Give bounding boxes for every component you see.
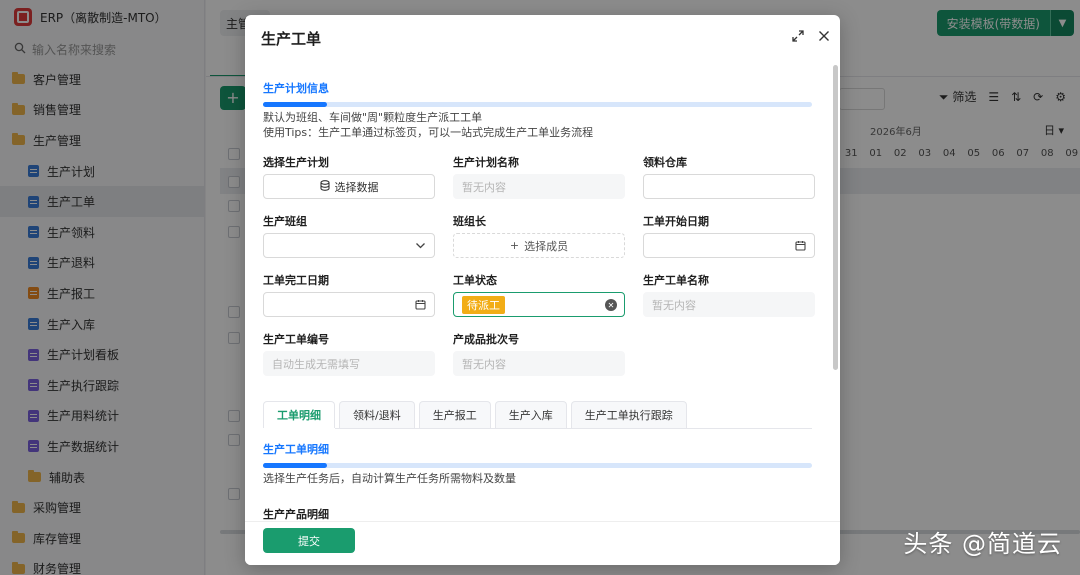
field-order-name: 生产工单名称 暂无内容 — [643, 272, 815, 317]
field-team: 生产班组 — [263, 213, 435, 258]
grid-spacer — [643, 331, 815, 376]
field-label: 生产计划名称 — [453, 156, 519, 169]
field-plan-select: 选择生产计划 选择数据 — [263, 154, 435, 199]
tab-work-report[interactable]: 生产报工 — [418, 401, 491, 428]
dialog-header: 生产工单 — [245, 15, 840, 61]
tab-pick-return[interactable]: 领料/退料 — [339, 401, 415, 428]
batch-no-input: 暂无内容 — [453, 351, 625, 376]
dialog-header-actions — [792, 30, 830, 42]
plus-icon: + — [509, 239, 520, 252]
select-data-label: 选择数据 — [334, 180, 379, 194]
plan-name-input: 暂无内容 — [453, 174, 625, 199]
field-label: 生产班组 — [263, 215, 307, 228]
end-date-picker[interactable] — [263, 292, 435, 317]
close-icon[interactable] — [818, 30, 830, 42]
select-data-button[interactable]: 选择数据 — [263, 174, 435, 199]
field-label: 产成品批次号 — [453, 333, 519, 346]
calendar-icon — [795, 240, 806, 251]
warehouse-input[interactable] — [643, 174, 815, 199]
section-title-order-detail: 生产工单明细 — [263, 443, 329, 456]
work-order-dialog: 生产工单 生产计划信息 默认为班组、车间做"周"颗粒度生产派工工单 使用Tips… — [245, 15, 840, 565]
section-divider — [263, 102, 812, 107]
field-start-date: 工单开始日期 — [643, 213, 815, 258]
dialog-scrollbar[interactable] — [833, 65, 838, 370]
expand-icon[interactable] — [792, 30, 804, 42]
field-label: 生产工单编号 — [263, 333, 329, 346]
field-batch-no: 产成品批次号 暂无内容 — [453, 331, 625, 376]
tab-stock-in[interactable]: 生产入库 — [494, 401, 567, 428]
status-select[interactable]: 待派工 ✕ — [453, 292, 625, 317]
start-date-picker[interactable] — [643, 233, 815, 258]
section-title-plan-info: 生产计划信息 — [263, 82, 329, 95]
calendar-icon — [415, 299, 426, 310]
product-detail-heading: 生产产品明细 — [263, 508, 329, 521]
field-label: 选择生产计划 — [263, 156, 329, 169]
dialog-title: 生产工单 — [261, 29, 322, 48]
order-name-input: 暂无内容 — [643, 292, 815, 317]
section-description: 默认为班组、车间做"周"颗粒度生产派工工单 使用Tips：生产工单通过标签页，可… — [263, 110, 812, 140]
status-badge: 待派工 — [462, 295, 505, 314]
field-warehouse: 领料仓库 — [643, 154, 815, 199]
field-label: 工单状态 — [453, 274, 497, 287]
dialog-body: 生产计划信息 默认为班组、车间做"周"颗粒度生产派工工单 使用Tips：生产工单… — [245, 61, 830, 521]
section-desc-line: 使用Tips：生产工单通过标签页，可以一站式完成生产工单业务流程 — [263, 126, 594, 139]
section-desc-line: 默认为班组、车间做"周"颗粒度生产派工工单 — [263, 111, 483, 124]
section-divider — [263, 463, 812, 468]
field-label: 领料仓库 — [643, 156, 687, 169]
chevron-down-icon — [415, 240, 426, 251]
section-description: 选择生产任务后，自动计算生产任务所需物料及数量 — [263, 472, 516, 485]
field-label: 工单开始日期 — [643, 215, 709, 228]
select-member-button[interactable]: + 选择成员 — [453, 233, 625, 258]
tab-order-detail[interactable]: 工单明细 — [263, 401, 335, 429]
dialog-footer: 提交 — [245, 521, 840, 565]
field-order-no: 生产工单编号 自动生成无需填写 — [263, 331, 435, 376]
work-order-tabs: 工单明细 领料/退料 生产报工 生产入库 生产工单执行跟踪 — [263, 401, 812, 429]
watermark: 头条 @简道云 — [903, 530, 1062, 558]
submit-button[interactable]: 提交 — [263, 528, 355, 553]
field-end-date: 工单完工日期 — [263, 272, 435, 317]
order-no-input: 自动生成无需填写 — [263, 351, 435, 376]
clear-icon[interactable]: ✕ — [605, 299, 617, 311]
field-status: 工单状态 待派工 ✕ — [453, 272, 625, 317]
field-team-leader: 班组长 + 选择成员 — [453, 213, 625, 258]
team-select[interactable] — [263, 233, 435, 258]
field-label: 班组长 — [453, 215, 486, 228]
select-member-label: 选择成员 — [524, 239, 569, 253]
form-grid: 选择生产计划 选择数据 生产计划名称 暂无内容 领料仓库 生产班组 班组长 + … — [263, 154, 815, 376]
field-label: 工单完工日期 — [263, 274, 329, 287]
field-label: 生产工单名称 — [643, 274, 709, 287]
tab-exec-tracking[interactable]: 生产工单执行跟踪 — [570, 401, 687, 428]
database-icon — [319, 179, 330, 194]
field-plan-name: 生产计划名称 暂无内容 — [453, 154, 625, 199]
